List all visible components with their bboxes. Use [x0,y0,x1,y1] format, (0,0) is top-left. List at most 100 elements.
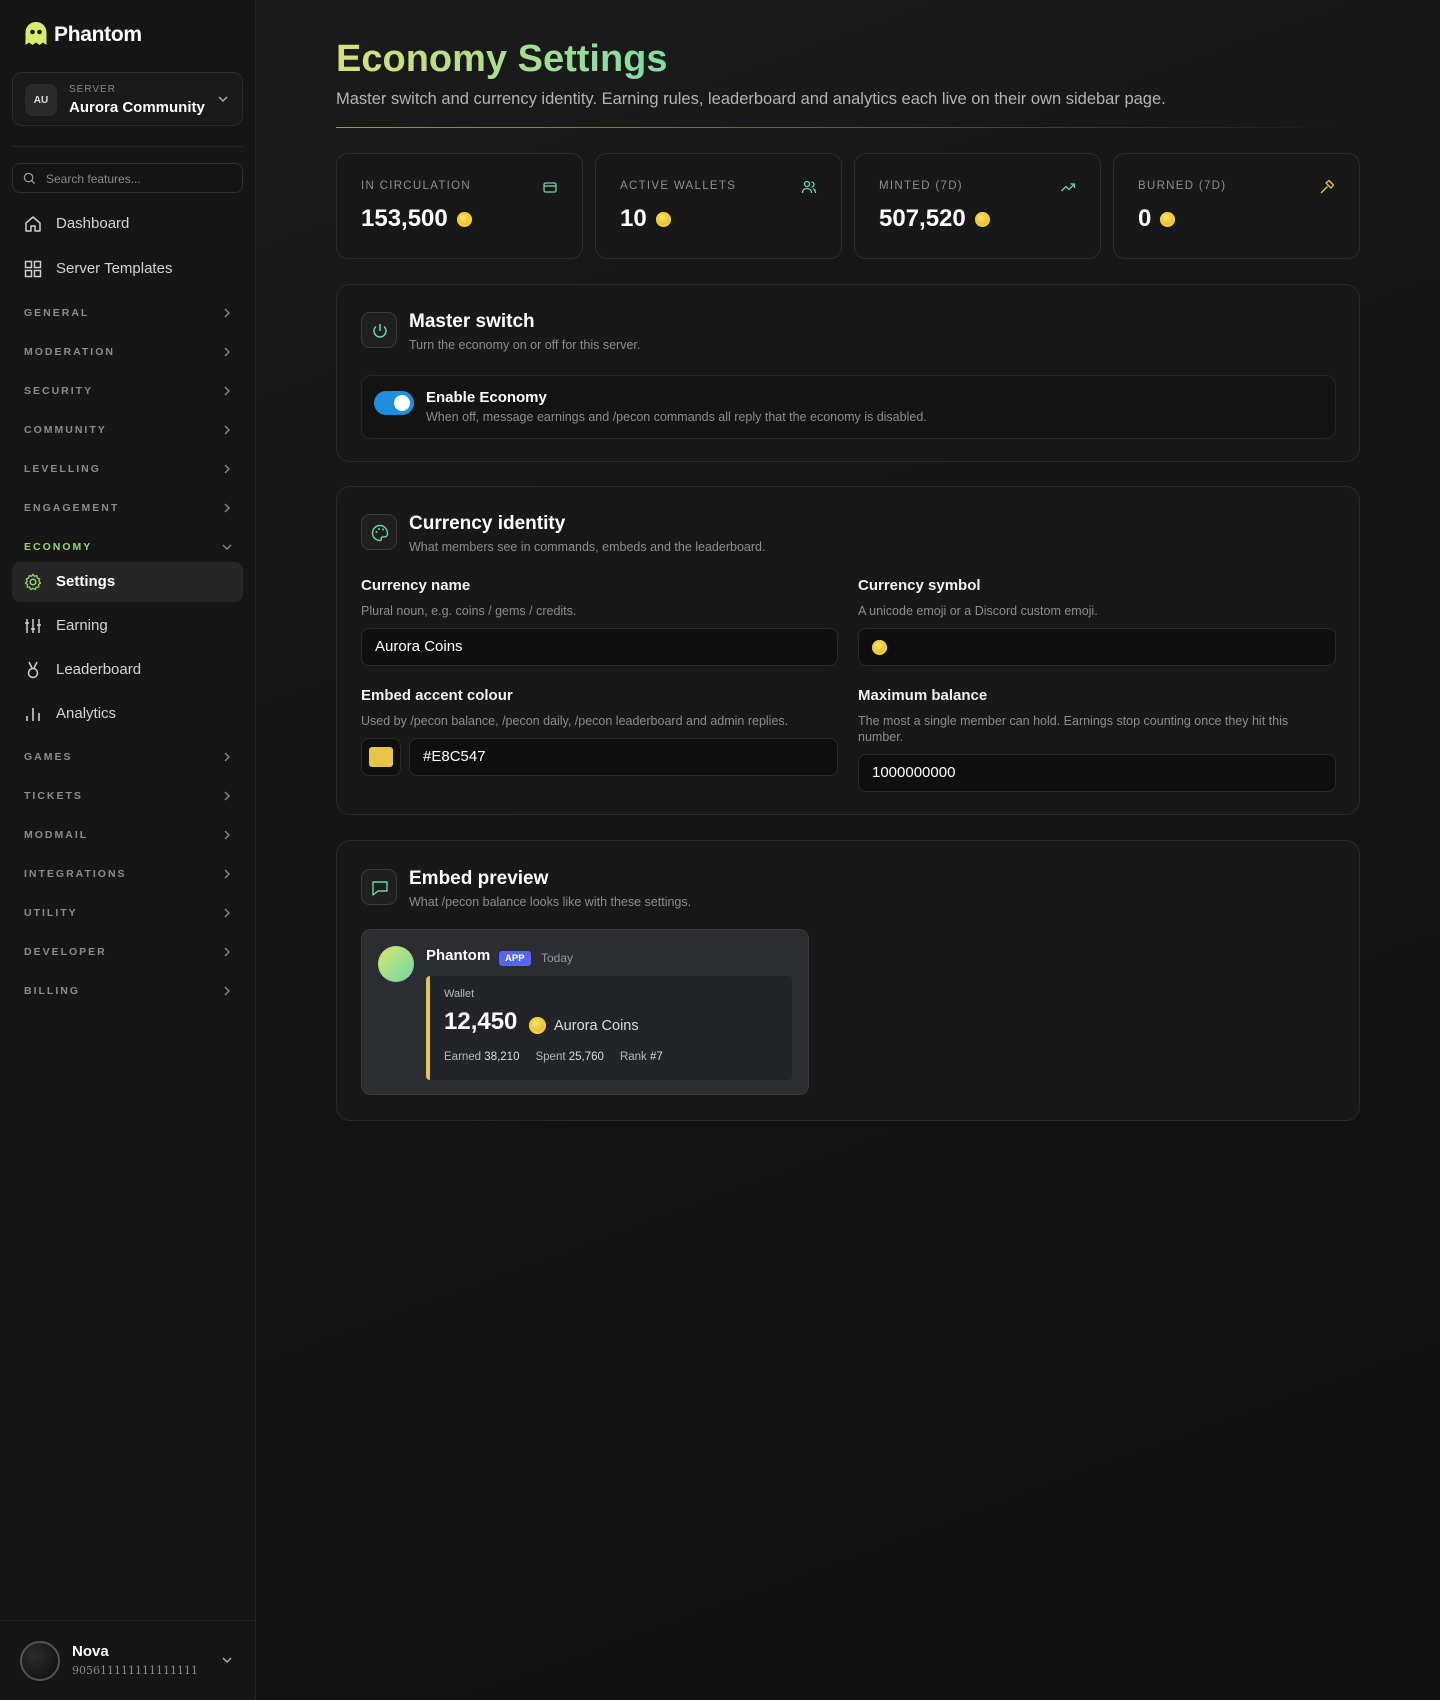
hammer-icon [1320,179,1335,194]
stat-number: 10 [620,205,647,232]
currency-symbol-help: A unicode emoji or a Discord custom emoj… [858,604,1098,618]
avatar [20,1641,60,1681]
chevron-right-icon [224,752,230,762]
section-economy[interactable]: ECONOMY [24,537,234,557]
search-placeholder: Search features... [46,172,141,186]
user-menu[interactable]: Nova 905611111111111111 [0,1620,256,1700]
home-icon [25,216,41,232]
section-general[interactable]: GENERAL [24,303,234,323]
server-name: Aurora Community [69,99,205,116]
chevron-right-icon [224,503,230,513]
search-input[interactable]: Search features... [12,163,243,193]
embed-stat-rank: Rank #7 [620,1051,663,1063]
stat-value: 507,520 [879,205,990,233]
section-levelling[interactable]: LEVELLING [24,459,234,479]
chevron-down-icon [222,1657,232,1664]
enable-economy-toggle[interactable] [374,391,414,415]
bot-avatar [378,946,414,982]
section-label: INTEGRATIONS [24,868,127,880]
nav-server-templates-label: Server Templates [56,260,173,277]
stat-label: MINTED (7D) [879,180,963,192]
accent-colour-label: Embed accent colour [361,687,513,704]
embed-preview-card: Embed preview What /pecon balance looks … [336,840,1360,1121]
page-subtitle: Master switch and currency identity. Ear… [336,90,1166,108]
section-utility[interactable]: UTILITY [24,903,234,923]
currency-symbol-label: Currency symbol [858,577,981,594]
server-switcher[interactable]: AU SERVER Aurora Community [12,72,243,126]
section-label: SECURITY [24,385,94,397]
master-switch-card: Master switch Turn the economy on or off… [336,284,1360,462]
sidebar-divider [12,146,243,147]
coin-icon [974,211,990,227]
section-community[interactable]: COMMUNITY [24,420,234,440]
bar-chart-icon [26,708,40,721]
nav-economy-leaderboard-label: Leaderboard [56,661,142,678]
max-balance-input[interactable]: 1000000000 [858,754,1336,792]
embed-balance: 12,450 [444,1008,518,1035]
section-label: GENERAL [24,307,90,319]
max-balance-label: Maximum balance [858,687,988,704]
stat-value: 0 [1138,205,1176,233]
section-modmail[interactable]: MODMAIL [24,825,234,845]
accent-colour-input[interactable]: #E8C547 [409,738,838,776]
nav-dashboard-label: Dashboard [56,215,130,232]
nav-economy-earning[interactable]: Earning [12,606,243,646]
card-subtitle: What /pecon balance looks like with thes… [409,895,692,909]
users-icon [801,180,817,194]
section-developer[interactable]: DEVELOPER [24,942,234,962]
chevron-right-icon [224,347,230,357]
brand-logo[interactable]: Phantom [22,20,142,50]
embed-stat-spent: Spent 25,760 [535,1051,603,1063]
sliders-icon [25,619,41,633]
stat-value: 153,500 [361,205,472,233]
section-label: TICKETS [24,790,83,802]
grid-icon [24,260,42,278]
nav-economy-analytics-label: Analytics [56,705,117,722]
stat-burned-7d: BURNED (7D) 0 [1113,153,1360,259]
server-avatar: AU [25,84,57,116]
stat-in-circulation: IN CIRCULATION 153,500 [336,153,583,259]
section-label: COMMUNITY [24,424,107,436]
chevron-down-icon [222,544,232,550]
card-icon [361,869,397,905]
section-label: BILLING [24,985,80,997]
card-subtitle: Turn the economy on or off for this serv… [409,338,641,352]
currency-name-input[interactable]: Aurora Coins [361,628,838,666]
nav-server-templates[interactable]: Server Templates [12,249,243,289]
section-security[interactable]: SECURITY [24,381,234,401]
chevron-right-icon [224,425,230,435]
embed-body: Wallet 12,450 Aurora Coins Earned 38,210… [426,976,792,1080]
server-caption: SERVER [69,84,116,95]
chevron-right-icon [224,986,230,996]
enable-economy-row: Enable Economy When off, message earning… [361,375,1336,439]
nav-economy-settings[interactable]: Settings [12,562,243,602]
page-title: Economy Settings [336,38,668,80]
section-label: ECONOMY [24,541,93,553]
accent-colour-picker[interactable] [361,738,401,776]
stat-label: IN CIRCULATION [361,180,471,192]
section-engagement[interactable]: ENGAGEMENT [24,498,234,518]
toggle-description: When off, message earnings and /pecon co… [426,410,927,424]
section-games[interactable]: GAMES [24,747,234,767]
nav-economy-leaderboard[interactable]: Leaderboard [12,650,243,690]
nav-economy-settings-label: Settings [56,573,116,590]
title-divider [336,127,1336,128]
nav-economy-analytics[interactable]: Analytics [12,694,243,734]
stat-number: 38,210 [484,1051,520,1063]
search-icon [23,172,36,185]
stat-number: 153,500 [361,205,448,232]
currency-symbol-input[interactable] [858,628,1336,666]
section-integrations[interactable]: INTEGRATIONS [24,864,234,884]
user-id: 905611111111111111 [72,1664,198,1677]
stat-label: Earned [444,1051,482,1063]
section-label: GAMES [24,751,73,763]
section-billing[interactable]: BILLING [24,981,234,1001]
ghost-logo-icon [25,22,47,45]
card-title: Master switch [409,311,535,332]
wallet-icon [543,182,557,193]
nav-dashboard[interactable]: Dashboard [12,204,243,244]
main-content: Economy Settings Master switch and curre… [256,0,1440,1700]
section-tickets[interactable]: TICKETS [24,786,234,806]
embed-stats: Earned 38,210 Spent 25,760 Rank #7 [444,1051,663,1063]
section-moderation[interactable]: MODERATION [24,342,234,362]
